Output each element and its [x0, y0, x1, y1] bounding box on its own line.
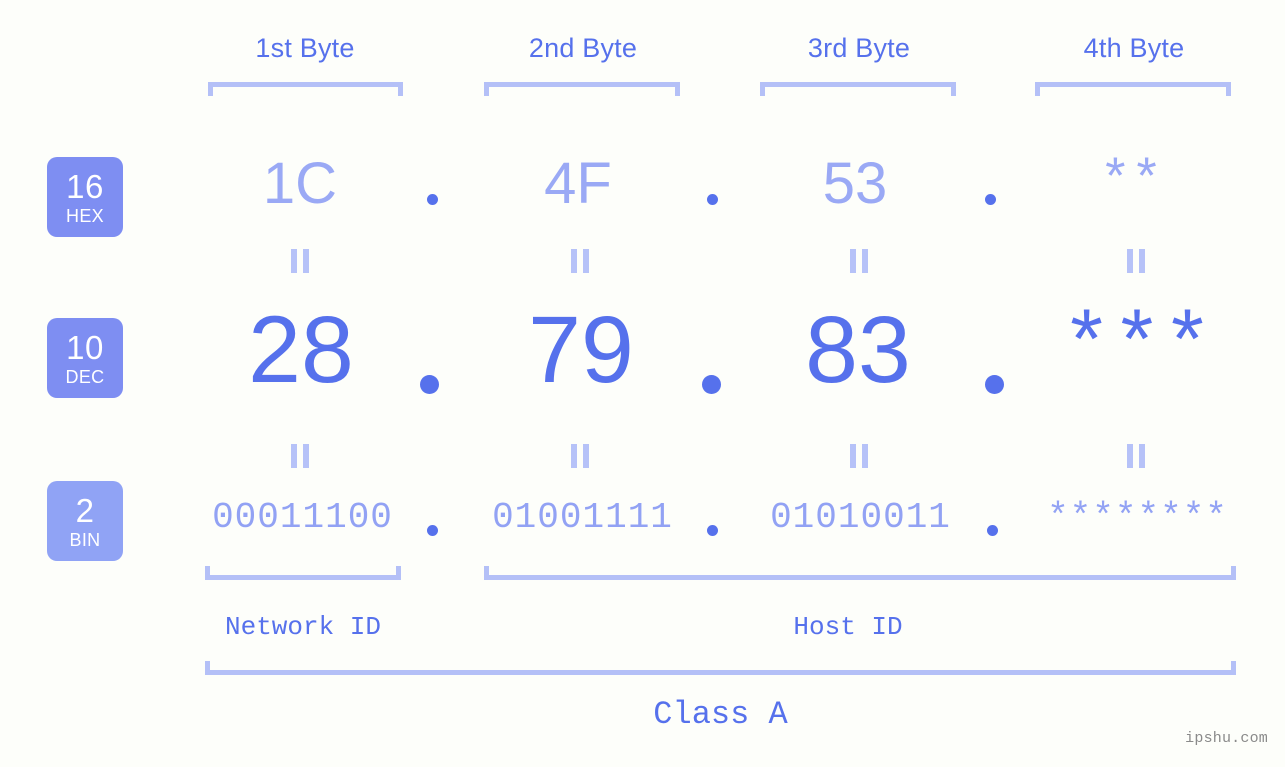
bin-value-byte-1: 00011100	[212, 497, 393, 538]
bin-value-byte-3: 01010011	[770, 497, 951, 538]
byte-bracket-1	[208, 82, 403, 96]
equals-mark-dec-bin-3	[850, 444, 868, 468]
network-id-bracket	[205, 566, 401, 580]
byte-header-2: 2nd Byte	[528, 33, 638, 63]
equals-mark-hex-dec-4	[1127, 249, 1145, 273]
dec-value-byte-1: 28	[248, 297, 354, 403]
equals-mark-dec-bin-2	[571, 444, 589, 468]
equals-mark-hex-dec-3	[850, 249, 868, 273]
equals-mark-dec-bin-4	[1127, 444, 1145, 468]
byte-bracket-4	[1035, 82, 1231, 96]
byte-bracket-3	[760, 82, 956, 96]
class-bracket	[205, 661, 1236, 675]
hex-value-byte-3: 53	[822, 151, 888, 216]
site-watermark: ipshu.com	[1185, 730, 1268, 747]
dec-dot-1	[420, 375, 439, 394]
hex-dot-2	[707, 194, 718, 205]
bin-dot-1	[427, 525, 438, 536]
byte-bracket-2	[484, 82, 680, 96]
bin-dot-3	[987, 525, 998, 536]
hex-value-byte-4: **	[1099, 152, 1163, 211]
equals-mark-hex-dec-1	[291, 249, 309, 273]
dec-value-byte-2: 79	[528, 297, 634, 403]
byte-header-4: 4th Byte	[1083, 33, 1185, 63]
hex-dot-1	[427, 194, 438, 205]
hex-value-byte-1: 1C	[262, 151, 338, 216]
bin-value-byte-4: ********	[1047, 497, 1228, 538]
hex-value-byte-2: 4F	[544, 151, 612, 216]
base-badge-hex-number: 16	[66, 167, 104, 205]
bin-value-byte-2: 01001111	[492, 497, 673, 538]
dec-dot-2	[702, 375, 721, 394]
equals-mark-dec-bin-1	[291, 444, 309, 468]
byte-header-1: 1st Byte	[255, 33, 355, 63]
dec-value-byte-3: 83	[805, 297, 911, 403]
dec-value-byte-4: ***	[1061, 302, 1213, 397]
dec-dot-3	[985, 375, 1004, 394]
equals-mark-hex-dec-2	[571, 249, 589, 273]
base-badge-bin-number: 2	[75, 491, 95, 529]
base-badge-dec: 10 DEC	[47, 318, 123, 398]
network-id-label: Network ID	[224, 612, 382, 642]
base-badge-dec-number: 10	[66, 328, 104, 366]
base-badge-hex: 16 HEX	[47, 157, 123, 237]
base-badge-dec-label: DEC	[65, 366, 105, 387]
base-badge-bin: 2 BIN	[47, 481, 123, 561]
hex-dot-3	[985, 194, 996, 205]
bin-dot-2	[707, 525, 718, 536]
byte-header-3: 3rd Byte	[807, 33, 911, 63]
base-badge-hex-label: HEX	[66, 205, 104, 226]
ip-breakdown-canvas: 1st Byte 2nd Byte 3rd Byte 4th Byte 16 H…	[0, 0, 1285, 767]
host-id-bracket	[484, 566, 1236, 580]
class-label: Class A	[653, 696, 788, 733]
host-id-label: Host ID	[793, 612, 903, 642]
base-badge-bin-label: BIN	[69, 529, 101, 550]
